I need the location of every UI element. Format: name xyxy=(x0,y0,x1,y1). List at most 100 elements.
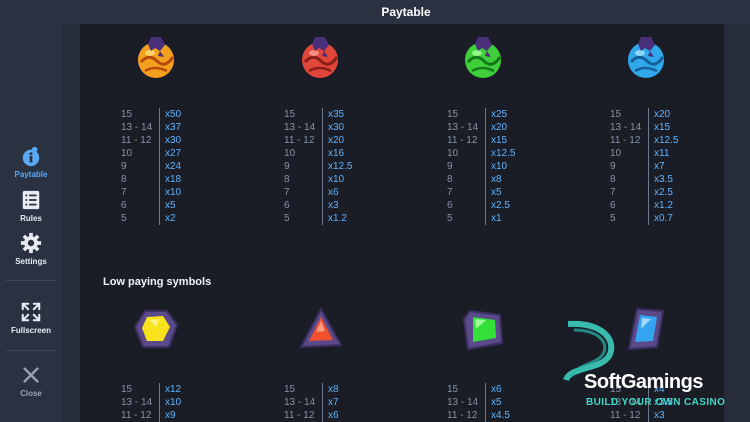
paytable-multiplier: x11 xyxy=(654,148,670,159)
paytable-multiplier: x35 xyxy=(328,109,345,120)
paytable-multiplier: x6 xyxy=(328,410,339,421)
paytable-count: 7 xyxy=(447,187,453,198)
paytable-count: 8 xyxy=(121,174,127,185)
paytable-count: 5 xyxy=(121,213,127,224)
paytable-multiplier: x4 xyxy=(654,384,665,395)
paytable-multiplier: x27 xyxy=(165,148,182,159)
blue-gem-icon xyxy=(627,307,665,351)
paytable-multiplier: x7 xyxy=(654,161,665,172)
paytable-green-orb: 15 13 - 14 11 - 12 10 9 8 7 6 5 x25 x20 x15 x12.5 x10… xyxy=(447,108,527,225)
sidebar-item-rules[interactable]: Rules xyxy=(0,189,62,223)
paytable-count: 11 - 12 xyxy=(447,410,478,421)
paytable-count: 15 xyxy=(610,384,622,395)
paytable-multiplier: x15 xyxy=(491,135,508,146)
paytable-count: 15 xyxy=(284,384,296,395)
paytable-count: 15 xyxy=(121,384,133,395)
paytable-count: 15 xyxy=(121,109,133,120)
info-icon xyxy=(22,146,40,167)
paytable-count: 11 - 12 xyxy=(121,135,152,146)
paytable-yellow-gem: 15 13 - 14 11 - 12 x12 x10 x9 xyxy=(121,383,201,422)
paytable-multiplier: x18 xyxy=(165,174,182,185)
paytable-blue-gem: 15 13 - 14 11 - 12 x4 x3.5 x3 xyxy=(610,383,690,422)
blue-orb-icon xyxy=(628,37,665,78)
panel-gutter-left xyxy=(62,24,80,422)
paytable-multiplier: x2.5 xyxy=(491,200,510,211)
paytable-count: 15 xyxy=(610,109,622,120)
paytable-multiplier: x1 xyxy=(491,213,502,224)
section-title-low-paying: Low paying symbols xyxy=(103,276,212,288)
paytable-multiplier: x5 xyxy=(491,397,502,408)
paytable-multiplier: x30 xyxy=(328,122,345,133)
paytable-blue-orb: 15 13 - 14 11 - 12 10 9 8 7 6 5 x20 x15 x12.5 x11 x7 x… xyxy=(610,108,690,225)
paytable-multiplier: x12 xyxy=(165,384,182,395)
paytable-count: 13 - 14 xyxy=(610,122,642,133)
page-title: Paytable xyxy=(381,5,431,19)
paytable-count: 9 xyxy=(610,161,616,172)
header-bar: Paytable xyxy=(62,0,750,24)
paytable-multiplier: x37 xyxy=(165,122,182,133)
paytable-multiplier: x50 xyxy=(165,109,182,120)
paytable-multiplier: x5 xyxy=(491,187,502,198)
paytable-multiplier: x20 xyxy=(491,122,508,133)
list-icon xyxy=(22,190,40,210)
paytable-count: 7 xyxy=(121,187,127,198)
sidebar-item-close[interactable]: Close xyxy=(0,364,62,398)
gear-icon xyxy=(20,232,42,254)
paytable-multiplier: x8 xyxy=(328,384,339,395)
paytable-count: 8 xyxy=(284,174,290,185)
sidebar-item-label: Settings xyxy=(15,257,47,266)
paytable-count: 11 - 12 xyxy=(447,135,478,146)
paytable-multiplier: x20 xyxy=(328,135,345,146)
paytable-count: 13 - 14 xyxy=(121,397,153,408)
sidebar-divider xyxy=(6,280,56,281)
paytable-multiplier: x3 xyxy=(654,410,665,421)
sidebar-item-paytable[interactable]: Paytable xyxy=(0,145,62,179)
paytable-count: 10 xyxy=(610,148,622,159)
paytable-count: 10 xyxy=(121,148,133,159)
paytable-count: 6 xyxy=(610,200,616,211)
paytable-multiplier: x10 xyxy=(165,397,182,408)
close-icon xyxy=(23,367,39,383)
red-orb-icon xyxy=(302,37,339,78)
sidebar-item-label: Close xyxy=(20,389,42,398)
paytable-count: 8 xyxy=(447,174,453,185)
paytable-multiplier: x12.5 xyxy=(654,135,679,146)
paytable-multiplier: x2.5 xyxy=(654,187,673,198)
panel-gutter-right xyxy=(724,24,750,422)
paytable-multiplier: x24 xyxy=(165,161,182,172)
paytable-multiplier: x6 xyxy=(491,384,502,395)
paytable-multiplier: x1.2 xyxy=(328,213,347,224)
paytable-count: 5 xyxy=(610,213,616,224)
paytable-red-orb: 15 13 - 14 11 - 12 10 9 8 7 6 5 x35 x30 x20 x16 x12.5… xyxy=(284,108,364,225)
paytable-green-gem: 15 13 - 14 11 - 12 x6 x5 x4.5 xyxy=(447,383,527,422)
game-window: Paytable Rules Settings Fullscreen Close… xyxy=(0,0,750,422)
paytable-count: 7 xyxy=(284,187,290,198)
paytable-orange-orb: 15 13 - 14 11 - 12 10 9 8 7 6 5 x50 x37 x30 x27 x24 x1… xyxy=(121,108,201,225)
paytable-multiplier: x25 xyxy=(491,109,508,120)
paytable-count: 11 - 12 xyxy=(121,410,152,421)
paytable-multiplier: x5 xyxy=(165,200,176,211)
sidebar-item-fullscreen[interactable]: Fullscreen xyxy=(0,301,62,335)
paytable-multiplier: x4.5 xyxy=(491,410,510,421)
paytable-count: 6 xyxy=(284,200,290,211)
sidebar-item-settings[interactable]: Settings xyxy=(0,232,62,266)
paytable-multiplier: x3.5 xyxy=(654,397,673,408)
paytable-multiplier: x15 xyxy=(654,122,671,133)
paytable-count: 15 xyxy=(284,109,296,120)
sidebar-divider xyxy=(6,350,56,351)
paytable-multiplier: x6 xyxy=(328,187,339,198)
paytable-multiplier: x20 xyxy=(654,109,671,120)
paytable-multiplier: x3.5 xyxy=(654,174,673,185)
paytable-count: 6 xyxy=(447,200,453,211)
paytable-multiplier: x16 xyxy=(328,148,345,159)
orange-orb-icon xyxy=(138,37,175,78)
paytable-count: 5 xyxy=(447,213,453,224)
red-gem-icon xyxy=(299,307,343,349)
paytable-count: 8 xyxy=(610,174,616,185)
paytable-count: 9 xyxy=(447,161,453,172)
paytable-multiplier: x10 xyxy=(165,187,182,198)
paytable-count: 5 xyxy=(284,213,290,224)
sidebar: Paytable Rules Settings Fullscreen Close xyxy=(0,0,62,422)
paytable-multiplier: x12.5 xyxy=(491,148,516,159)
paytable-count: 11 - 12 xyxy=(284,135,315,146)
